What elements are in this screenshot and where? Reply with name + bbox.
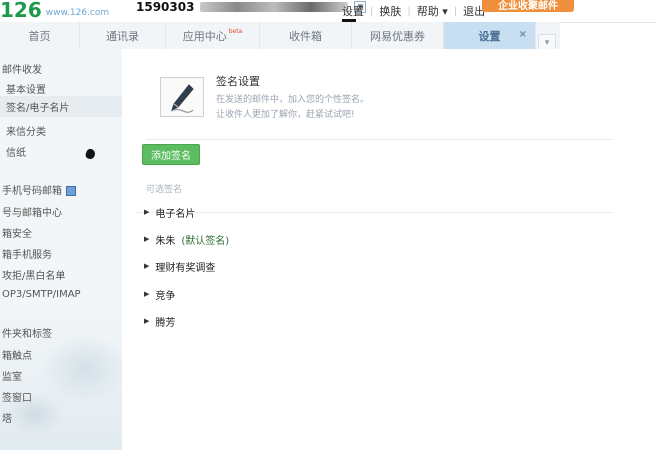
sidebar-group-mail: 邮件收发 — [2, 65, 42, 76]
tab-home[interactable]: 首页 — [0, 22, 80, 49]
sidebar-item-room[interactable]: 监室 — [2, 368, 22, 383]
signature-item[interactable]: ▶ 腾芳 — [144, 312, 175, 330]
signature-item[interactable]: ▶ 竞争 — [144, 285, 175, 303]
mobile-badge-icon — [66, 186, 76, 196]
panel-desc-line1: 在发送的邮件中，加入您的个性签名。 — [216, 95, 370, 105]
signature-item[interactable]: ▶ 朱朱 (默认签名) — [144, 230, 229, 248]
panel-title: 签名设置 — [216, 75, 260, 88]
sidebar-group-mobile-label: 手机号码邮箱 — [2, 186, 62, 197]
main-content: 签名设置 在发送的邮件中，加入您的个性签名。 让收件人更加了解你，赶紧试试吧! … — [122, 49, 657, 450]
tab-coupons[interactable]: 网易优惠券 — [352, 22, 444, 49]
sidebar-item-folders[interactable]: 件夹和标签 — [2, 325, 52, 340]
sidebar-item-tower[interactable]: 塔 — [2, 410, 12, 425]
account-number: 1590303 — [136, 0, 195, 14]
panel-desc-line2: 让收件人更加了解你，赶紧试试吧! — [216, 110, 355, 120]
tab-settings-label: 设置 — [478, 29, 501, 43]
expand-icon: ▶ — [144, 290, 150, 298]
top-links: 设置 | 换肤 | 帮助 ▾ | 退出 — [342, 3, 485, 23]
panel-description: 在发送的邮件中，加入您的个性签名。 让收件人更加了解你，赶紧试试吧! — [216, 93, 369, 123]
sidebar: 邮件收发 基本设置 签名/电子名片 来信分类 信纸 手机号码邮箱 号与邮箱中心 … — [0, 49, 122, 450]
sidebar-item-mobile-service[interactable]: 箱手机服务 — [2, 246, 52, 261]
default-signature-tag: (默认签名) — [181, 235, 230, 247]
signature-item[interactable]: ▶ 理财有奖调查 — [144, 257, 215, 275]
tab-app-center[interactable]: 应用中心 beta — [166, 22, 260, 49]
logo-number: 126 — [0, 0, 42, 22]
tab-bar: 首页 通讯录 应用中心 beta 收件箱 网易优惠券 设置 × — [0, 22, 560, 50]
sidebar-item-security[interactable]: 箱安全 — [2, 225, 32, 240]
sidebar-item-contacts[interactable]: 箱触点 — [2, 347, 32, 362]
separator: | — [453, 5, 458, 17]
tab-contacts[interactable]: 通讯录 — [80, 22, 166, 49]
settings-link[interactable]: 设置 — [342, 3, 364, 19]
separator: | — [370, 5, 374, 17]
tab-settings[interactable]: 设置 × — [444, 22, 536, 49]
skin-link[interactable]: 换肤 — [379, 3, 401, 19]
expand-icon: ▶ — [144, 262, 150, 270]
help-link[interactable]: 帮助 ▾ — [417, 3, 448, 19]
signature-name: 朱朱 — [155, 235, 176, 247]
sidebar-item-signature[interactable]: 签名/电子名片 — [0, 96, 122, 117]
sidebar-group-mobile: 手机号码邮箱 — [2, 182, 76, 197]
separator: | — [407, 5, 411, 17]
logo-url: www.126.com — [45, 8, 110, 18]
sidebar-item-basic[interactable]: 基本设置 — [6, 81, 46, 96]
close-icon[interactable]: × — [519, 29, 527, 40]
mouse-cursor — [84, 147, 97, 161]
help-caret-icon: ▾ — [442, 5, 448, 18]
promo-button[interactable]: 企业收聚邮件 — [482, 0, 574, 12]
sidebar-item-account-center[interactable]: 号与邮箱中心 — [2, 204, 62, 219]
tab-inbox[interactable]: 收件箱 — [260, 22, 352, 49]
divider — [136, 212, 612, 213]
account-switcher[interactable]: 1590303 ▼ — [136, 0, 367, 16]
sidebar-item-filters[interactable]: 来信分类 — [6, 123, 46, 138]
top-bar: 126 www.126.com 1590303 ▼ 设置 | 换肤 | 帮助 ▾… — [0, 0, 657, 23]
beta-badge: beta — [228, 28, 243, 35]
signature-list-header: 可选签名 — [146, 185, 183, 195]
signature-item[interactable]: ▶ 电子名片 — [144, 203, 195, 221]
expand-icon: ▶ — [144, 235, 150, 243]
help-label: 帮助 — [416, 5, 439, 18]
pen-icon — [160, 77, 204, 117]
add-signature-button[interactable]: 添加签名 — [142, 144, 200, 165]
expand-icon: ▶ — [144, 317, 150, 325]
sidebar-item-pop3-smtp[interactable]: OP3/SMTP/IMAP — [2, 289, 81, 300]
sidebar-item-window[interactable]: 签窗口 — [2, 389, 32, 404]
signature-intro: 签名设置 在发送的邮件中，加入您的个性签名。 让收件人更加了解你，赶紧试试吧! — [146, 59, 612, 140]
sidebar-item-stationery[interactable]: 信纸 — [6, 144, 26, 159]
redacted-account — [200, 2, 349, 12]
logo[interactable]: 126 www.126.com — [0, 0, 109, 20]
sidebar-item-blacklist[interactable]: 攻拒/黑白名单 — [2, 267, 65, 282]
signature-name: 电子名片 — [155, 208, 196, 220]
signature-name: 理财有奖调查 — [155, 262, 216, 274]
tab-app-center-label: 应用中心 — [182, 29, 227, 43]
signature-name: 竞争 — [155, 290, 176, 302]
signature-name: 腾芳 — [155, 317, 176, 329]
expand-icon: ▶ — [144, 208, 150, 216]
